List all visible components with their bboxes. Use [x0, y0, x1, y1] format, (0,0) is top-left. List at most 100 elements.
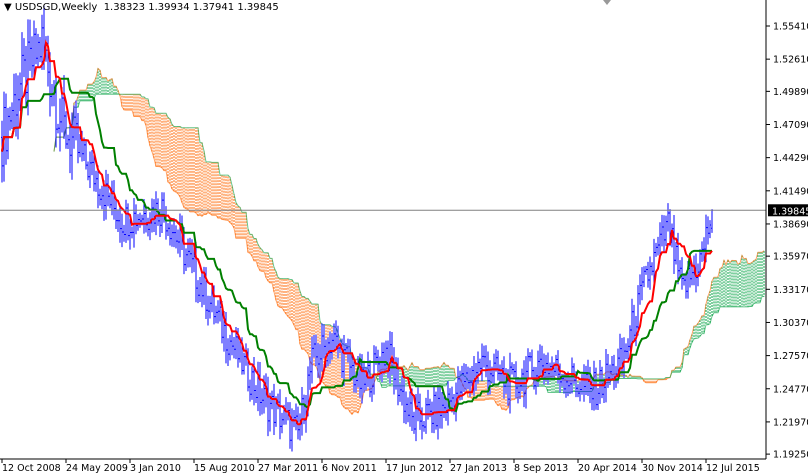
- ohlc-bar: [369, 360, 371, 398]
- ohlc-bar: [333, 323, 335, 351]
- ohlc-bar: [527, 348, 529, 380]
- ohlc-bar: [529, 352, 531, 362]
- ohlc-bar: [425, 397, 427, 434]
- ohlc-bar: [423, 420, 425, 432]
- ohlc-bar: [313, 334, 315, 358]
- x-tick-label: 27 Jan 2013: [450, 463, 507, 474]
- ohlc-bar: [99, 188, 101, 206]
- ohlc-bar: [257, 361, 259, 412]
- ohlc-bar: [77, 112, 79, 164]
- ohlc-bar: [379, 356, 381, 380]
- ohlc-bar: [539, 344, 541, 377]
- ohlc-bar: [587, 359, 589, 396]
- low-value: 1.37941: [192, 2, 235, 13]
- ohlc-bar: [137, 214, 139, 231]
- ohlc-bar: [87, 161, 89, 181]
- ohlc-bar: [7, 107, 9, 160]
- close-value: 1.39845: [237, 2, 279, 13]
- ohlc-bar: [389, 331, 391, 384]
- ohlc-bar: [657, 236, 659, 256]
- ohlc-bar: [413, 411, 415, 434]
- ohlc-bar: [167, 223, 169, 236]
- ohlc-bar: [409, 391, 411, 427]
- y-tick-label: 1.55410: [773, 22, 808, 33]
- ohlc-bar: [101, 185, 103, 210]
- ohlc-bar: [125, 199, 127, 243]
- ohlc-bar: [513, 363, 515, 378]
- ohlc-bar: [13, 73, 15, 132]
- ohlc-bar: [231, 331, 233, 356]
- ohlc-bar: [331, 333, 333, 360]
- ohlc-bar: [37, 33, 39, 67]
- chart-window[interactable]: 1.55410 1.52610 1.49890 1.47090 1.44290 1.414…: [0, 0, 808, 475]
- ohlc-bar: [445, 399, 447, 421]
- ohlc-bar: [93, 154, 95, 192]
- ohlc-bar: [117, 209, 119, 232]
- ohlc-bar: [393, 347, 395, 395]
- price-chart[interactable]: 1.55410 1.52610 1.49890 1.47090 1.44290 1.414…: [0, 0, 808, 475]
- ohlc-bar: [479, 358, 481, 373]
- ohlc-bar: [633, 304, 635, 343]
- ohlc-bar: [35, 28, 37, 65]
- ohlc-bar: [407, 397, 409, 423]
- y-tick-label: 1.24770: [773, 384, 808, 395]
- ohlc-bar: [391, 332, 393, 375]
- ohlc-bar: [155, 191, 157, 236]
- ohlc-bar: [69, 121, 71, 174]
- ohlc-bar: [621, 337, 623, 375]
- ohlc-bar: [363, 360, 365, 393]
- ohlc-bar: [255, 385, 257, 403]
- ohlc-bar: [261, 388, 263, 415]
- ohlc-bar: [511, 362, 513, 375]
- ohlc-bar: [641, 267, 643, 301]
- ohlc-bar: [329, 331, 331, 364]
- ohlc-bar: [431, 401, 433, 433]
- ohlc-bar: [405, 391, 407, 425]
- y-tick-label: 1.47090: [773, 120, 808, 131]
- ohlc-bar: [643, 266, 645, 288]
- ohlc-bar: [665, 215, 667, 246]
- ohlc-bar: [131, 226, 133, 239]
- ohlc-bar: [315, 334, 317, 367]
- ohlc-bar: [343, 335, 345, 387]
- ohlc-bar: [349, 339, 351, 382]
- ohlc-bar: [517, 376, 519, 404]
- ohlc-bar: [599, 360, 601, 404]
- ohlc-bar: [215, 305, 217, 324]
- ohlc-bar: [171, 224, 173, 247]
- ohlc-bar: [233, 337, 235, 359]
- ohlc-bar: [177, 229, 179, 254]
- x-tick-label: 12 Jul 2015: [706, 463, 760, 474]
- ohlc-bar: [611, 356, 613, 381]
- ohlc-bar: [293, 410, 295, 428]
- ohlc-bar: [279, 389, 281, 440]
- ohlc-bar: [499, 364, 501, 383]
- ohlc-bar: [597, 388, 599, 411]
- ohlc-bar: [651, 262, 653, 276]
- ohlc-bar: [267, 376, 269, 437]
- ohlc-bar: [401, 375, 403, 406]
- chart-shift-marker-icon: [603, 0, 611, 5]
- ohlc-bar: [661, 214, 663, 247]
- ohlc-bar: [383, 342, 385, 375]
- ohlc-bar: [161, 192, 163, 234]
- collapse-triangle-icon[interactable]: ▼: [4, 2, 12, 13]
- y-tick-label: 1.49890: [773, 87, 808, 98]
- ohlc-bar: [605, 348, 607, 403]
- ohlc-bar: [199, 277, 201, 302]
- ohlc-bar: [685, 272, 687, 299]
- ohlc-bar: [649, 256, 651, 290]
- ohlc-bar: [85, 140, 87, 170]
- ohlc-bar: [127, 203, 129, 241]
- ohlc-bar: [29, 19, 31, 71]
- ohlc-bar: [147, 217, 149, 237]
- ohlc-bar: [57, 123, 59, 134]
- ohlc-bar: [627, 338, 629, 360]
- y-tick-label: 1.30370: [773, 318, 808, 329]
- ohlc-bar: [123, 224, 125, 242]
- ohlc-bar: [503, 356, 505, 399]
- ohlc-bar: [107, 173, 109, 207]
- ohlc-bar: [441, 391, 443, 429]
- ohlc-bar: [197, 280, 199, 304]
- y-tick-label: 1.41490: [773, 186, 808, 197]
